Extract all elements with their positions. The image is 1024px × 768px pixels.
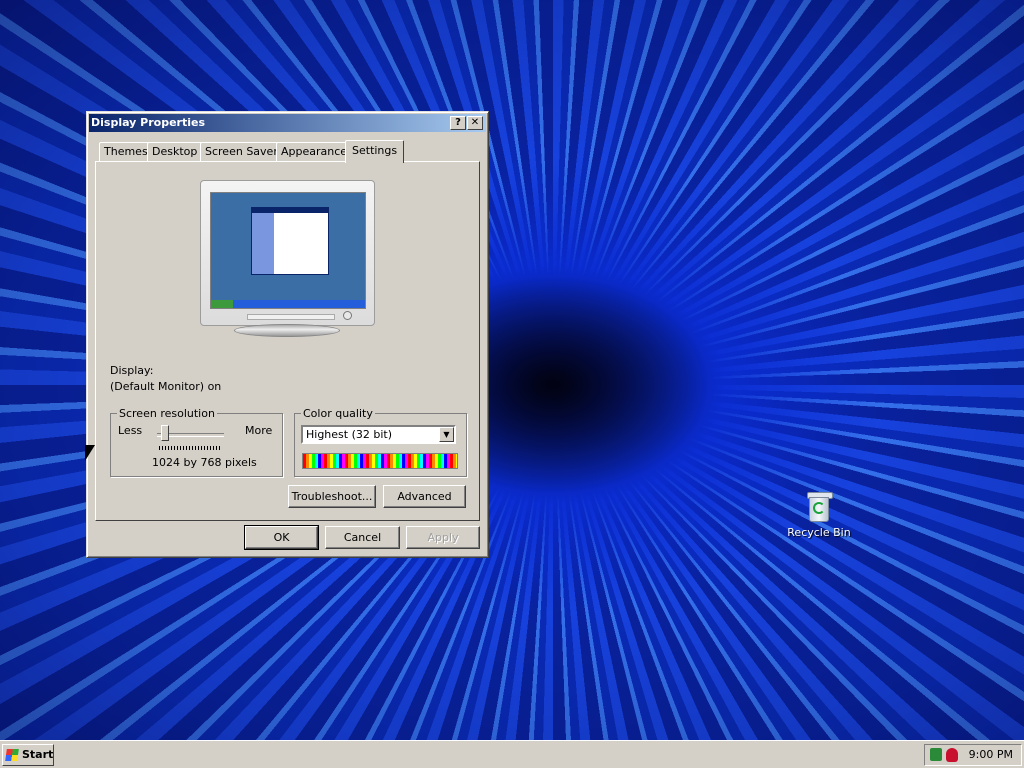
color-quality-legend: Color quality [303, 407, 373, 420]
windows-logo-icon [5, 749, 19, 761]
screen-resolution-legend: Screen resolution [119, 407, 215, 420]
system-tray: 9:00 PM [924, 744, 1022, 766]
clock[interactable]: 9:00 PM [969, 745, 1013, 765]
troubleshoot-button[interactable]: Troubleshoot... [288, 485, 376, 508]
start-button[interactable]: Start [2, 744, 54, 766]
recycle-bin-icon [806, 492, 833, 522]
taskbar: Start 9:00 PM [0, 740, 1024, 768]
resolution-more-label: More [245, 424, 273, 437]
chevron-down-icon[interactable]: ▼ [439, 427, 454, 442]
color-spectrum-bar [302, 453, 458, 469]
advanced-button[interactable]: Advanced [383, 485, 466, 508]
tab-desktop[interactable]: Desktop [147, 142, 203, 161]
recycle-bin-shortcut[interactable]: Recycle Bin [784, 492, 854, 539]
color-quality-select[interactable]: Highest (32 bit) ▼ [301, 425, 456, 444]
resolution-less-label: Less [118, 424, 143, 437]
security-shield-icon[interactable] [946, 748, 958, 762]
resolution-slider-ticks [159, 446, 222, 450]
cancel-button[interactable]: Cancel [325, 526, 400, 549]
ok-button[interactable]: OK [244, 525, 319, 550]
monitor-screen [210, 192, 366, 309]
display-value: (Default Monitor) on [110, 380, 222, 393]
close-button[interactable]: ✕ [467, 116, 483, 130]
monitor-preview [200, 180, 375, 337]
monitor-case [200, 180, 375, 326]
network-tray-icon[interactable] [930, 748, 942, 761]
display-label: Display: [110, 364, 154, 377]
resolution-slider-thumb[interactable] [161, 425, 169, 441]
tab-screen-saver[interactable]: Screen Saver [200, 142, 283, 161]
color-quality-value: Highest (32 bit) [306, 428, 393, 441]
power-icon [343, 311, 352, 320]
dialog-title: Display Properties [91, 116, 206, 129]
recycle-bin-label: Recycle Bin [787, 526, 851, 539]
tab-themes[interactable]: Themes [99, 142, 153, 161]
monitor-stand [234, 324, 340, 337]
resolution-value: 1024 by 768 pixels [152, 456, 257, 469]
apply-button[interactable]: Apply [406, 526, 480, 549]
tab-appearance[interactable]: Appearance [276, 142, 353, 161]
mouse-cursor-icon [85, 445, 95, 461]
tab-settings[interactable]: Settings [345, 140, 405, 163]
start-label: Start [22, 748, 54, 761]
dialog-titlebar[interactable]: Display Properties ? ✕ [89, 114, 486, 132]
help-button[interactable]: ? [450, 116, 466, 130]
